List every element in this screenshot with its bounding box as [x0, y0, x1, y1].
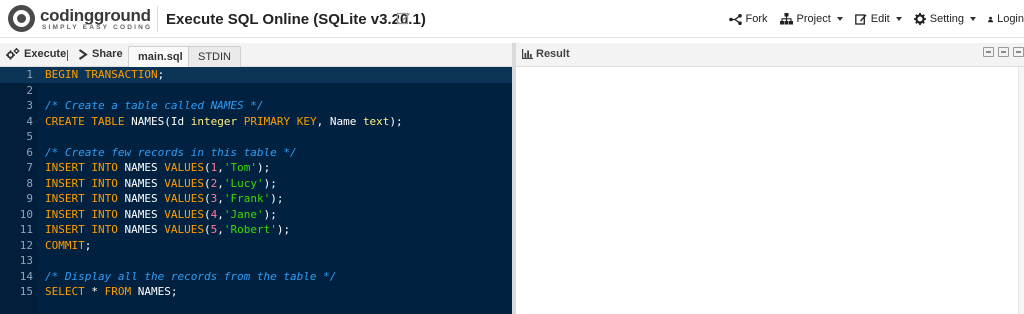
- code-text: COMMIT;: [45, 238, 92, 252]
- line-number: 5: [26, 130, 33, 143]
- setting-menu[interactable]: Setting: [913, 13, 976, 25]
- code-line[interactable]: 10 INSERT INTO NAMES VALUES(4,'Jane');: [0, 207, 512, 223]
- restore-icon[interactable]: [998, 47, 1009, 57]
- header-divider: [157, 6, 158, 32]
- fork-label: Fork: [745, 13, 768, 25]
- line-number: 8: [26, 176, 33, 190]
- code-line[interactable]: 11 INSERT INTO NAMES VALUES(5,'Robert');: [0, 222, 512, 238]
- code-line[interactable]: 5: [0, 129, 512, 145]
- project-menu[interactable]: Project: [779, 13, 843, 25]
- page-title: Execute SQL Online (SQLite v3.20.1): [166, 11, 426, 28]
- share-button[interactable]: Share: [78, 48, 123, 60]
- fork-icon: [728, 13, 742, 25]
- result-label: Result: [536, 48, 570, 60]
- setting-label: Setting: [929, 13, 964, 25]
- code-line[interactable]: 2: [0, 83, 512, 99]
- chevron-down-icon: [895, 17, 902, 21]
- code-line[interactable]: 6 /* Create few records in this table */: [0, 145, 512, 161]
- line-number: 11: [19, 223, 33, 236]
- top-nav: Fork Project Edit Setting Login: [717, 11, 1024, 27]
- line-number: 12: [19, 238, 33, 252]
- login-button[interactable]: Login: [988, 13, 1024, 25]
- code-line[interactable]: 4 CREATE TABLE NAMES(Id integer PRIMARY K…: [0, 114, 512, 130]
- code-line[interactable]: 8 INSERT INTO NAMES VALUES(2,'Lucy');: [0, 176, 512, 192]
- bar-chart-icon: [522, 49, 533, 59]
- code-line[interactable]: 3 /* Create a table called NAMES */: [0, 98, 512, 114]
- code-text: CREATE TABLE NAMES(Id integer PRIMARY KE…: [45, 114, 403, 128]
- login-label: Login: [997, 13, 1024, 25]
- code-line[interactable]: 9 INSERT INTO NAMES VALUES(3,'Frank');: [0, 191, 512, 207]
- code-editor[interactable]: 1 BEGIN TRANSACTION; 2 3 /* Create a table c…: [0, 67, 512, 314]
- line-number: 10: [19, 207, 33, 221]
- chevron-down-icon: [836, 17, 843, 21]
- code-line[interactable]: 13: [0, 253, 512, 269]
- share-chevron-icon: [78, 48, 88, 60]
- gear-icon: [913, 13, 926, 25]
- tab-label: main.sql: [138, 51, 183, 63]
- code-text: /* Display all the records from the tabl…: [45, 269, 337, 283]
- sitemap-icon: [779, 13, 793, 25]
- line-number: 3: [26, 99, 33, 112]
- result-output: [516, 67, 1024, 314]
- edit-menu[interactable]: Edit: [854, 13, 902, 25]
- tab-main-sql[interactable]: main.sql: [128, 46, 193, 67]
- code-line[interactable]: 14 /* Display all the records from the ta…: [0, 269, 512, 285]
- top-header: codingground SIMPLY EASY CODING Execute …: [0, 0, 1024, 38]
- maximize-icon[interactable]: [1013, 47, 1024, 57]
- project-label: Project: [796, 13, 831, 25]
- user-icon: [988, 16, 994, 22]
- code-line[interactable]: 12 COMMIT;: [0, 238, 512, 254]
- logo[interactable]: codingground SIMPLY EASY CODING: [8, 5, 151, 33]
- line-number: 9: [26, 192, 33, 205]
- result-panel-title: Result: [522, 48, 570, 60]
- logo-tagline: SIMPLY EASY CODING: [42, 24, 153, 31]
- edit-label: Edit: [870, 13, 890, 25]
- code-text: SELECT * FROM NAMES;: [45, 285, 178, 298]
- tab-stdin[interactable]: STDIN: [188, 46, 241, 67]
- line-number: 4: [26, 114, 33, 128]
- line-number: 7: [26, 161, 33, 174]
- toolbar-separator: [67, 50, 68, 61]
- line-number: 1: [26, 68, 33, 81]
- logo-mark-icon: [8, 5, 35, 32]
- code-text: BEGIN TRANSACTION;: [45, 68, 165, 81]
- code-text: INSERT INTO NAMES VALUES(3,'Frank');: [45, 192, 284, 205]
- result-scrollbar[interactable]: [1018, 67, 1024, 314]
- execute-label: Execute: [24, 48, 67, 60]
- code-text: INSERT INTO NAMES VALUES(1,'Tom');: [45, 161, 271, 174]
- code-text: /* Create a table called NAMES */: [45, 99, 264, 112]
- line-number: 14: [19, 269, 33, 283]
- line-number: 2: [26, 83, 33, 97]
- fork-button[interactable]: Fork: [728, 13, 768, 25]
- code-text: INSERT INTO NAMES VALUES(5,'Robert');: [45, 223, 291, 236]
- execute-button[interactable]: Execute: [6, 48, 66, 60]
- code-text: /* Create few records in this table */: [45, 145, 297, 159]
- result-window-controls: [983, 47, 1024, 57]
- chevron-down-icon: [970, 17, 976, 21]
- line-number: 15: [19, 285, 33, 298]
- tab-label: STDIN: [198, 51, 231, 63]
- edit-icon: [854, 14, 867, 25]
- share-label: Share: [92, 48, 123, 60]
- minimize-icon[interactable]: [983, 47, 994, 57]
- gears-icon: [6, 48, 20, 60]
- code-line[interactable]: 7 INSERT INTO NAMES VALUES(1,'Tom');: [0, 160, 512, 176]
- code-line[interactable]: 15 SELECT * FROM NAMES;: [0, 284, 512, 300]
- code-line[interactable]: 1 BEGIN TRANSACTION;: [0, 67, 512, 83]
- edit-title-icon[interactable]: [396, 11, 411, 26]
- code-text: INSERT INTO NAMES VALUES(4,'Jane');: [45, 207, 277, 221]
- line-number: 6: [26, 145, 33, 159]
- code-text: INSERT INTO NAMES VALUES(2,'Lucy');: [45, 176, 277, 190]
- logo-text: codingground: [40, 6, 151, 25]
- line-number: 13: [19, 254, 33, 267]
